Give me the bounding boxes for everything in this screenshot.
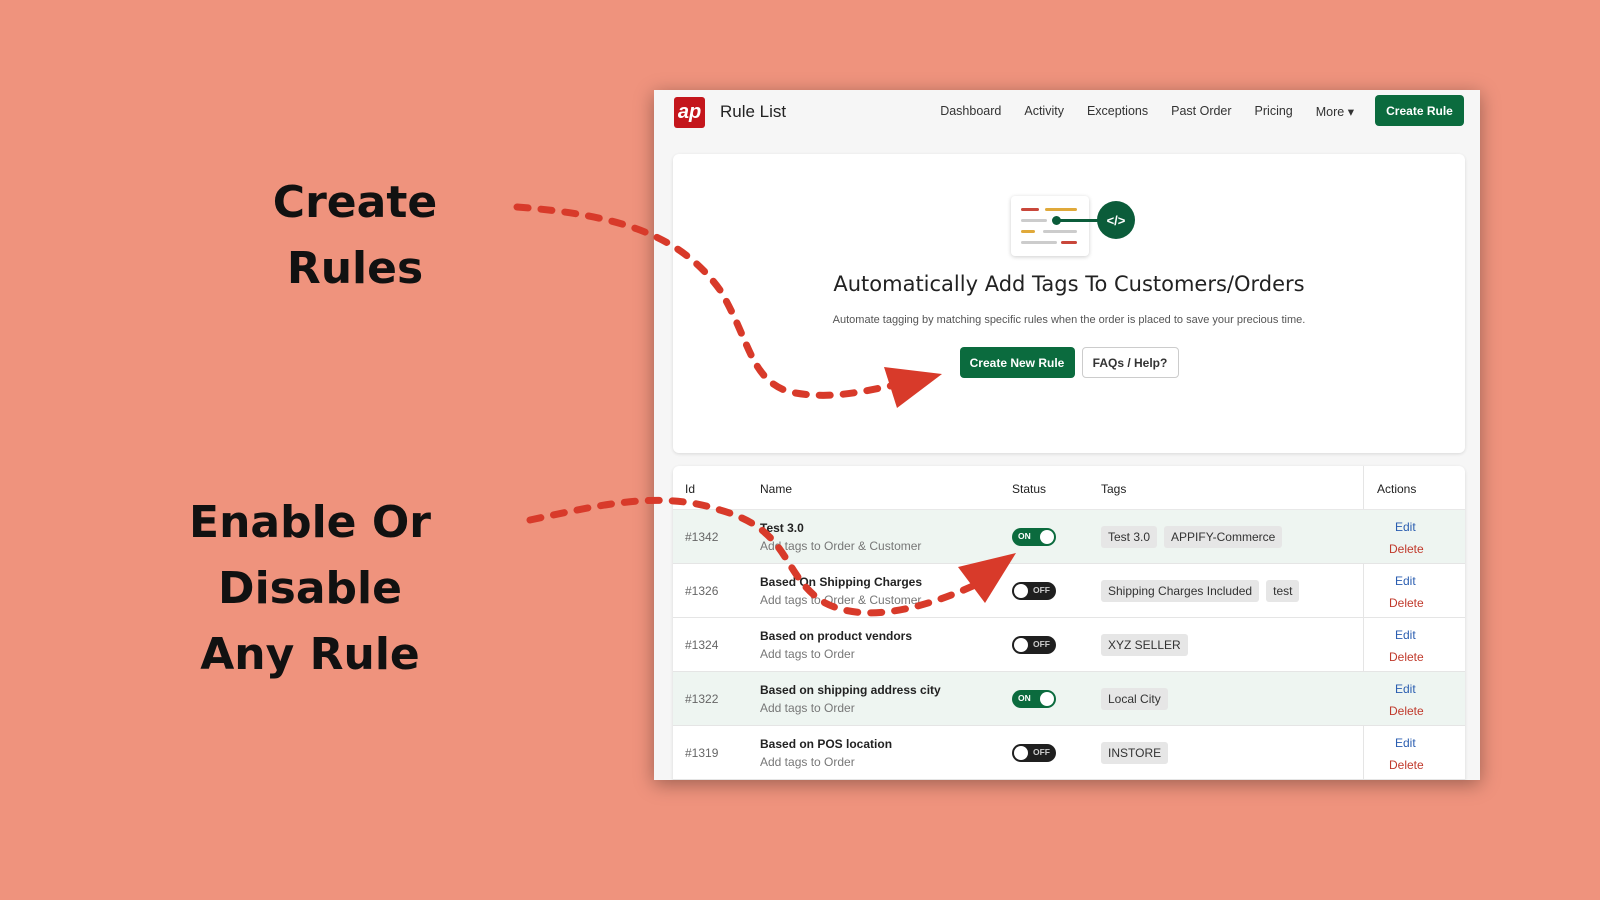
rules-table: Id Name Status Tags Actions #1342 Test 3… [673, 466, 1465, 780]
tags-list: XYZ SELLER [1101, 634, 1188, 656]
delete-link[interactable]: Delete [1389, 650, 1424, 664]
table-row: #1342 Test 3.0 Add tags to Order & Custo… [673, 510, 1465, 564]
tag-badge: Test 3.0 [1101, 526, 1158, 548]
hero-card: </> Automatically Add Tags To Customers/… [673, 154, 1465, 453]
rule-description: Add tags to Order & Customer [760, 593, 922, 607]
header-tags: Tags [1101, 482, 1127, 496]
header-actions: Actions [1377, 482, 1417, 496]
annotation-line: Any Rule [200, 629, 420, 680]
rule-name: Based on POS location [760, 737, 893, 751]
toggle-knob [1014, 584, 1028, 598]
toggle-label: OFF [1033, 747, 1050, 757]
faqs-help-button[interactable]: FAQs / Help? [1081, 347, 1179, 378]
hero-title: Automatically Add Tags To Customers/Orde… [833, 272, 1305, 296]
tag-badge: XYZ SELLER [1101, 634, 1188, 656]
delete-link[interactable]: Delete [1389, 542, 1424, 556]
status-toggle[interactable]: OFF [1012, 744, 1056, 762]
app-window: ap Rule List Dashboard Activity Exceptio… [654, 90, 1480, 780]
annotation-enable-disable: Enable Or Disable Any Rule [90, 490, 530, 688]
tags-list: Local City [1101, 688, 1168, 710]
toggle-label: OFF [1033, 639, 1050, 649]
edit-link[interactable]: Edit [1395, 682, 1416, 696]
rule-id: #1342 [685, 530, 719, 544]
connector-line [1056, 219, 1098, 222]
nav-past-order[interactable]: Past Order [1171, 104, 1231, 119]
status-toggle[interactable]: ON [1012, 528, 1056, 546]
status-toggle[interactable]: OFF [1012, 582, 1056, 600]
header-name: Name [760, 482, 793, 496]
page-title: Rule List [720, 102, 787, 121]
status-toggle[interactable]: ON [1012, 690, 1056, 708]
toggle-label: ON [1018, 693, 1031, 703]
rule-id: #1322 [685, 692, 719, 706]
toggle-label: ON [1018, 531, 1031, 541]
tag-badge: Local City [1101, 688, 1168, 710]
rule-description: Add tags to Order [760, 755, 855, 769]
nav: Dashboard Activity Exceptions Past Order… [940, 104, 1354, 119]
rule-name: Test 3.0 [760, 521, 804, 535]
toggle-knob [1014, 746, 1028, 760]
nav-pricing[interactable]: Pricing [1255, 104, 1293, 119]
rule-name: Based on shipping address city [760, 683, 941, 697]
create-rule-button[interactable]: Create Rule [1375, 95, 1464, 126]
edit-link[interactable]: Edit [1395, 574, 1416, 588]
rule-id: #1324 [685, 638, 719, 652]
tag-badge: INSTORE [1101, 742, 1169, 764]
annotation-create-rules: Create Rules [272, 177, 438, 294]
toggle-knob [1040, 530, 1054, 544]
toggle-label: OFF [1033, 585, 1050, 595]
delete-link[interactable]: Delete [1389, 596, 1424, 610]
tags-list: Test 3.0 APPIFY-Commerce [1101, 526, 1283, 548]
tags-list: INSTORE [1101, 742, 1169, 764]
toggle-knob [1040, 692, 1054, 706]
table-row: #1319 Based on POS location Add tags to … [673, 726, 1465, 780]
rules-illustration-icon [1011, 196, 1089, 256]
edit-link[interactable]: Edit [1395, 736, 1416, 750]
header-id: Id [685, 482, 696, 496]
toggle-knob [1014, 638, 1028, 652]
annotation-line: Enable Or Disable [189, 497, 431, 614]
nav-activity[interactable]: Activity [1024, 104, 1064, 119]
table-row: #1326 Based On Shipping Charges Add tags… [673, 564, 1465, 618]
connector-dot [1052, 216, 1061, 225]
rule-description: Add tags to Order [760, 647, 855, 661]
tag-badge: APPIFY-Commerce [1164, 526, 1283, 548]
rule-id: #1326 [685, 584, 719, 598]
tag-badge: Shipping Charges Included [1101, 580, 1260, 602]
tags-list: Shipping Charges Included test [1101, 580, 1300, 602]
rule-id: #1319 [685, 746, 719, 760]
rule-name: Based on product vendors [760, 629, 913, 643]
create-new-rule-button[interactable]: Create New Rule [959, 347, 1075, 378]
rule-name: Based On Shipping Charges [760, 575, 923, 589]
table-header: Id Name Status Tags Actions [673, 466, 1465, 510]
nav-more-dropdown[interactable]: More ▾ [1316, 104, 1354, 119]
app-logo: ap [674, 97, 705, 128]
rule-description: Add tags to Order [760, 701, 855, 715]
table-row: #1324 Based on product vendors Add tags … [673, 618, 1465, 672]
code-icon: </> [1097, 201, 1135, 239]
hero-subtitle: Automate tagging by matching specific ru… [832, 314, 1306, 326]
edit-link[interactable]: Edit [1395, 520, 1416, 534]
delete-link[interactable]: Delete [1389, 704, 1424, 718]
status-toggle[interactable]: OFF [1012, 636, 1056, 654]
delete-link[interactable]: Delete [1389, 758, 1424, 772]
nav-dashboard[interactable]: Dashboard [940, 104, 1001, 119]
header-status: Status [1012, 482, 1047, 496]
edit-link[interactable]: Edit [1395, 628, 1416, 642]
top-bar: ap Rule List Dashboard Activity Exceptio… [654, 90, 1480, 140]
tag-badge: test [1266, 580, 1300, 602]
rule-description: Add tags to Order & Customer [760, 539, 922, 553]
table-row: #1322 Based on shipping address city Add… [673, 672, 1465, 726]
nav-exceptions[interactable]: Exceptions [1087, 104, 1148, 119]
